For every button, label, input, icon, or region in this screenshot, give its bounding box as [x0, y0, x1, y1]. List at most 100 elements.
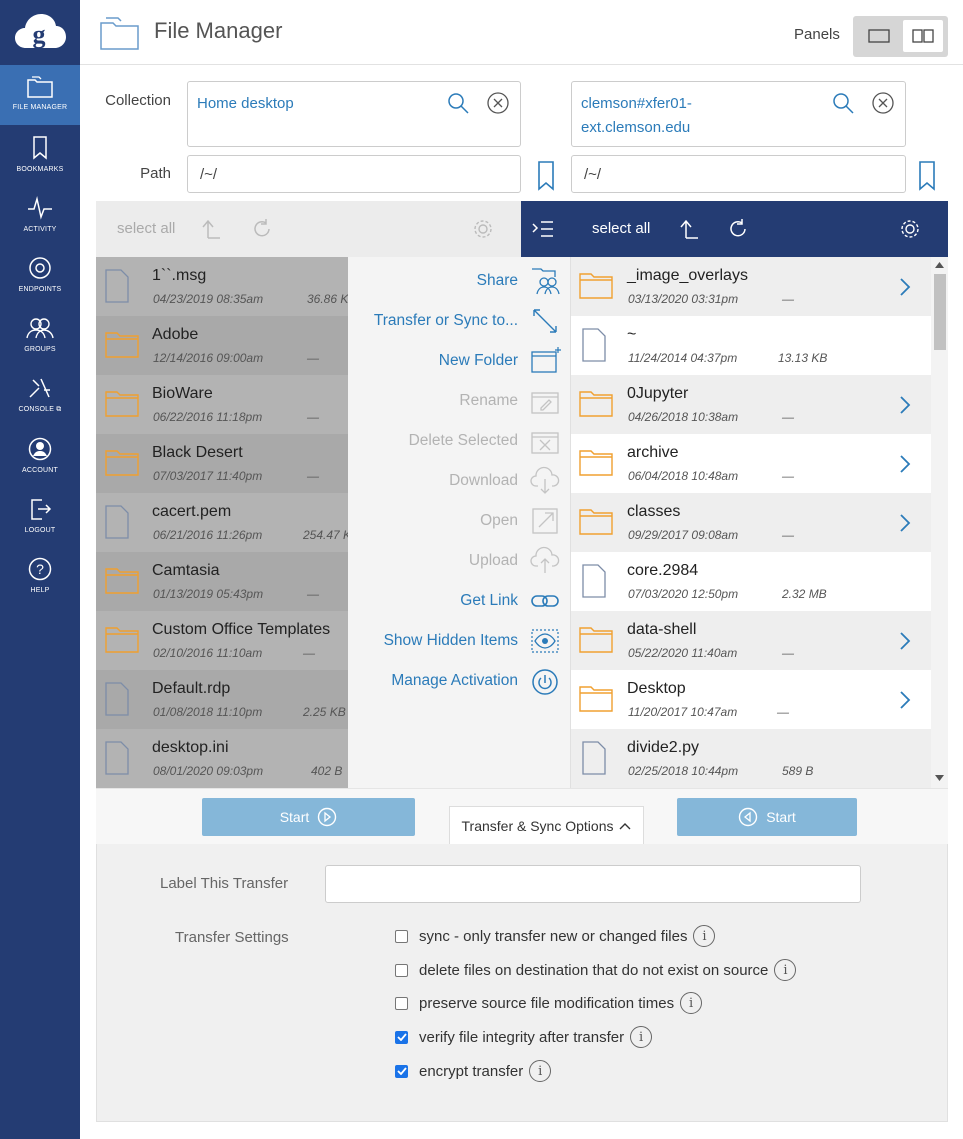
left-collection-field[interactable]: Home desktop — [187, 81, 521, 147]
search-icon[interactable] — [832, 92, 854, 114]
sidebar-item-bookmarks[interactable]: BOOKMARKS — [0, 125, 80, 185]
menu-item-get-link[interactable]: Get Link — [460, 592, 518, 610]
chevron-right-icon[interactable] — [899, 513, 911, 533]
menu-item-manage-activation[interactable]: Manage Activation — [391, 672, 518, 690]
scroll-up-icon[interactable] — [935, 262, 944, 268]
list-item[interactable]: Desktop 11/20/2017 10:47am — — [571, 670, 931, 729]
globus-logo[interactable]: g — [0, 0, 80, 64]
menu-item-rename[interactable]: Rename — [459, 392, 518, 410]
left-select-all[interactable]: select all — [117, 220, 175, 237]
list-item[interactable]: Adobe 12/14/2016 09:00am — — [96, 316, 348, 375]
menu-item-transfer[interactable]: Transfer or Sync to... — [374, 312, 518, 330]
start-right-button[interactable]: Start — [677, 798, 857, 836]
delete-icon[interactable] — [530, 426, 560, 456]
list-item[interactable]: data-shell 05/22/2020 11:40am — — [571, 611, 931, 670]
menu-item-upload[interactable]: Upload — [469, 552, 518, 570]
transfer-sync-options-toggle[interactable]: Transfer & Sync Options — [449, 806, 644, 845]
download-icon[interactable] — [530, 466, 560, 496]
sidebar-item-groups[interactable]: GROUPS — [0, 305, 80, 365]
sidebar-item-logout[interactable]: LOGOUT — [0, 486, 80, 546]
menu-item-share[interactable]: Share — [477, 272, 518, 290]
bookmark-icon[interactable] — [918, 161, 936, 191]
menu-item-delete[interactable]: Delete Selected — [409, 432, 518, 450]
sidebar: g FILE MANAGER BOOKMARKS ACTIVITY ENDPOI… — [0, 0, 80, 1139]
sidebar-item-file-manager[interactable]: FILE MANAGER — [0, 65, 80, 125]
sidebar-item-account[interactable]: ACCOUNT — [0, 426, 80, 486]
refresh-icon[interactable] — [251, 218, 273, 240]
start-left-button[interactable]: Start — [202, 798, 415, 836]
preserve-checkbox[interactable] — [395, 996, 408, 1010]
info-icon[interactable]: i — [693, 925, 716, 947]
info-icon[interactable]: i — [529, 1060, 552, 1082]
gear-icon[interactable] — [472, 218, 494, 240]
bookmark-icon[interactable] — [537, 161, 555, 191]
delete-checkbox[interactable] — [395, 963, 408, 977]
info-icon[interactable]: i — [774, 959, 797, 981]
chevron-right-icon[interactable] — [899, 631, 911, 651]
upload-icon[interactable] — [530, 546, 560, 576]
up-folder-icon[interactable] — [680, 218, 700, 240]
logout-icon — [31, 499, 52, 520]
chevron-right-icon[interactable] — [899, 277, 911, 297]
dual-panel-button[interactable] — [903, 20, 943, 52]
list-item[interactable]: divide2.py 02/25/2018 10:44pm 589 B — [571, 729, 931, 788]
open-icon[interactable] — [530, 506, 560, 536]
right-path-input[interactable]: /~/ — [571, 155, 906, 193]
chevron-right-icon[interactable] — [899, 454, 911, 474]
menu-toggle-icon[interactable] — [531, 219, 555, 239]
gear-icon[interactable] — [899, 218, 921, 240]
rename-icon[interactable] — [530, 386, 560, 416]
clear-icon[interactable] — [487, 92, 509, 114]
scroll-thumb[interactable] — [934, 274, 946, 350]
list-item[interactable]: 0Jupyter 04/26/2018 10:38am — — [571, 375, 931, 434]
list-item[interactable]: core.2984 07/03/2020 12:50pm 2.32 MB — [571, 552, 931, 611]
list-item[interactable]: cacert.pem 06/21/2016 11:26pm 254.47 KB — [96, 493, 348, 552]
refresh-icon[interactable] — [727, 218, 749, 240]
list-item[interactable]: 1``.msg 04/23/2019 08:35am 36.86 KB — [96, 257, 348, 316]
menu-item-download[interactable]: Download — [449, 472, 518, 490]
sidebar-item-activity[interactable]: ACTIVITY — [0, 185, 80, 245]
share-icon[interactable] — [530, 266, 562, 296]
list-item[interactable]: classes 09/29/2017 09:08am — — [571, 493, 931, 552]
sidebar-item-console[interactable]: CONSOLE ⧉ — [0, 365, 80, 425]
single-panel-button[interactable] — [859, 20, 899, 52]
chevron-right-icon[interactable] — [899, 690, 911, 710]
encrypt-checkbox[interactable] — [395, 1064, 408, 1078]
transfer-icon[interactable] — [530, 306, 560, 336]
left-path-input[interactable]: /~/ — [187, 155, 521, 193]
list-item[interactable]: Camtasia 01/13/2019 05:43pm — — [96, 552, 348, 611]
menu-item-show-hidden[interactable]: Show Hidden Items — [384, 632, 518, 650]
info-icon[interactable]: i — [630, 1026, 653, 1048]
list-item[interactable]: Black Desert 07/03/2017 11:40pm — — [96, 434, 348, 493]
scroll-down-icon[interactable] — [935, 775, 944, 781]
power-icon[interactable] — [530, 667, 560, 697]
list-item[interactable]: ~ 11/24/2014 04:37pm 13.13 KB — [571, 316, 931, 375]
label-transfer-input[interactable] — [325, 865, 861, 903]
info-icon[interactable]: i — [680, 992, 703, 1014]
link-icon[interactable] — [530, 586, 560, 616]
menu-item-new-folder[interactable]: New Folder — [439, 352, 518, 370]
clear-icon[interactable] — [872, 92, 894, 114]
new-folder-icon[interactable] — [530, 345, 562, 375]
eye-icon[interactable] — [530, 626, 560, 656]
list-item[interactable]: archive 06/04/2018 10:48am — — [571, 434, 931, 493]
search-icon[interactable] — [447, 92, 469, 114]
up-folder-icon[interactable] — [202, 218, 222, 240]
chevron-right-icon[interactable] — [899, 395, 911, 415]
checkmark-icon — [396, 1067, 407, 1075]
verify-checkbox[interactable] — [395, 1030, 408, 1044]
right-select-all[interactable]: select all — [592, 220, 650, 237]
list-item[interactable]: _image_overlays 03/13/2020 03:31pm — — [571, 257, 931, 316]
sidebar-item-help[interactable]: ? HELP — [0, 546, 80, 606]
list-item[interactable]: Custom Office Templates 02/10/2016 11:10… — [96, 611, 348, 670]
sidebar-item-endpoints[interactable]: ENDPOINTS — [0, 245, 80, 305]
list-item[interactable]: BioWare 06/22/2016 11:18pm — — [96, 375, 348, 434]
right-collection-field[interactable]: clemson#xfer01- ext.clemson.edu — [571, 81, 906, 147]
list-item[interactable]: Default.rdp 01/08/2018 11:10pm 2.25 KB — [96, 670, 348, 729]
scrollbar[interactable] — [931, 257, 948, 788]
file-date: 11/20/2017 10:47am — [628, 705, 738, 719]
file-name: classes — [627, 503, 681, 520]
list-item[interactable]: desktop.ini 08/01/2020 09:03pm 402 B — [96, 729, 348, 788]
menu-item-open[interactable]: Open — [480, 512, 518, 530]
sync-checkbox[interactable] — [395, 929, 408, 943]
